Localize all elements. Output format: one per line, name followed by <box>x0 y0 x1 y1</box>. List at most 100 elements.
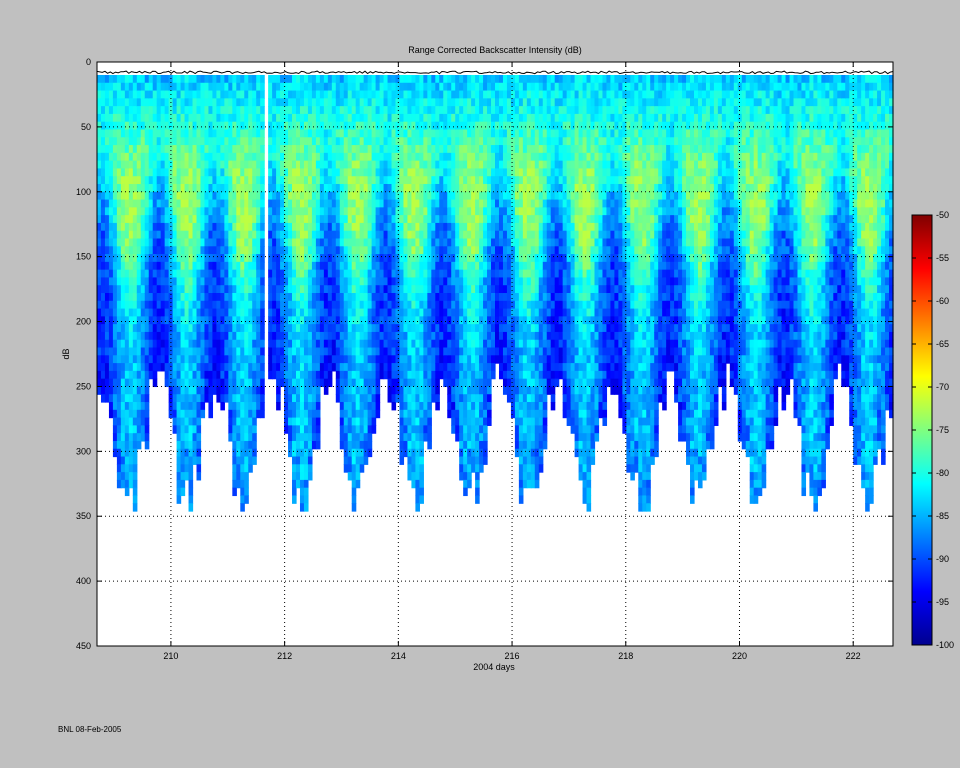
heatmap-cell <box>363 308 369 317</box>
heatmap-cell <box>276 160 281 170</box>
heatmap-cell <box>228 409 233 419</box>
heatmap-cell <box>419 113 424 123</box>
heatmap-cell <box>244 191 249 201</box>
heatmap-cell <box>475 183 480 193</box>
heatmap-cell <box>471 355 476 364</box>
heatmap-cell <box>160 145 166 154</box>
heatmap-cell <box>399 74 405 84</box>
heatmap-cell <box>192 386 198 395</box>
heatmap-cell <box>455 347 460 356</box>
heatmap-cell <box>355 386 361 395</box>
heatmap-cell <box>419 324 424 333</box>
heatmap-cell <box>459 316 464 325</box>
heatmap-cell <box>379 370 385 380</box>
heatmap-cell <box>367 168 373 177</box>
heatmap-cell <box>220 145 225 154</box>
heatmap-cell <box>292 402 297 411</box>
heatmap-cell <box>156 176 162 185</box>
plot-area <box>96 61 894 647</box>
heatmap-cell <box>132 145 138 154</box>
heatmap-cell <box>303 324 309 333</box>
heatmap-cell <box>475 269 480 279</box>
heatmap-cell <box>423 191 428 201</box>
heatmap-cell <box>467 347 472 356</box>
heatmap-cell <box>471 409 476 419</box>
heatmap-cell <box>487 254 492 263</box>
heatmap-cell <box>116 409 122 419</box>
heatmap-cell <box>272 215 277 224</box>
heatmap-cell <box>296 160 301 170</box>
heatmap-cell <box>188 254 194 263</box>
heatmap-cell <box>260 113 265 123</box>
heatmap-cell <box>140 199 146 208</box>
heatmap-cell <box>475 487 480 497</box>
heatmap-cell <box>192 308 198 317</box>
heatmap-cell <box>391 316 397 325</box>
heatmap-cell <box>268 129 273 138</box>
heatmap-cell <box>192 300 198 310</box>
heatmap-cell <box>200 191 206 201</box>
heatmap-cell <box>423 363 428 372</box>
heatmap-cell <box>116 230 122 240</box>
heatmap-cell <box>224 129 229 138</box>
heatmap-cell <box>451 145 456 154</box>
heatmap-cell <box>112 331 118 341</box>
heatmap-cell <box>303 440 309 450</box>
heatmap-cell <box>224 160 229 170</box>
heatmap-cell <box>292 378 297 388</box>
heatmap-cell <box>136 176 142 185</box>
heatmap-cell <box>156 152 162 162</box>
heatmap-cell <box>399 331 405 341</box>
heatmap-cell <box>232 121 237 131</box>
heatmap-cell <box>475 417 480 426</box>
heatmap-cell <box>188 425 194 434</box>
heatmap-cell <box>108 129 114 138</box>
heatmap-cell <box>156 74 162 84</box>
heatmap-cell <box>387 160 393 170</box>
heatmap-cell <box>276 152 281 162</box>
heatmap-column <box>359 74 365 473</box>
heatmap-cell <box>140 207 146 216</box>
heatmap-cell <box>463 339 468 349</box>
heatmap-cell <box>415 370 420 380</box>
heatmap-cell <box>224 74 229 84</box>
heatmap-cell <box>443 222 448 232</box>
heatmap-cell <box>196 347 202 356</box>
heatmap-cell <box>479 230 484 240</box>
heatmap-cell <box>403 145 409 154</box>
heatmap-cell <box>204 370 210 380</box>
heatmap-cell <box>252 74 257 84</box>
heatmap-cell <box>355 308 361 317</box>
heatmap-cell <box>483 230 488 240</box>
heatmap-cell <box>172 394 178 403</box>
heatmap-column <box>184 74 190 481</box>
heatmap-cell <box>228 378 233 388</box>
heatmap-cell <box>455 417 460 426</box>
heatmap-cell <box>120 464 126 473</box>
heatmap-cell <box>415 433 420 442</box>
heatmap-cell <box>359 324 365 333</box>
heatmap-cell <box>439 261 444 271</box>
heatmap-cell <box>272 176 277 185</box>
heatmap-cell <box>160 183 166 193</box>
heatmap-cell <box>495 129 500 138</box>
heatmap-cell <box>280 152 285 162</box>
heatmap-cell <box>216 160 221 170</box>
heatmap-cell <box>256 394 261 403</box>
heatmap-cell <box>180 199 186 208</box>
heatmap-cell <box>284 160 289 170</box>
heatmap-cell <box>112 277 118 286</box>
heatmap-cell <box>116 308 122 317</box>
heatmap-cell <box>292 191 297 201</box>
heatmap-cell <box>244 433 249 442</box>
heatmap-cell <box>367 440 373 450</box>
heatmap-cell <box>132 456 138 465</box>
heatmap-cell <box>180 433 186 442</box>
heatmap-cell <box>423 246 428 255</box>
heatmap-cell <box>343 160 349 170</box>
heatmap-cell <box>455 238 460 247</box>
heatmap-cell <box>391 74 397 84</box>
heatmap-cell <box>479 363 484 372</box>
heatmap-cell <box>244 293 249 302</box>
heatmap-cell <box>288 106 293 115</box>
